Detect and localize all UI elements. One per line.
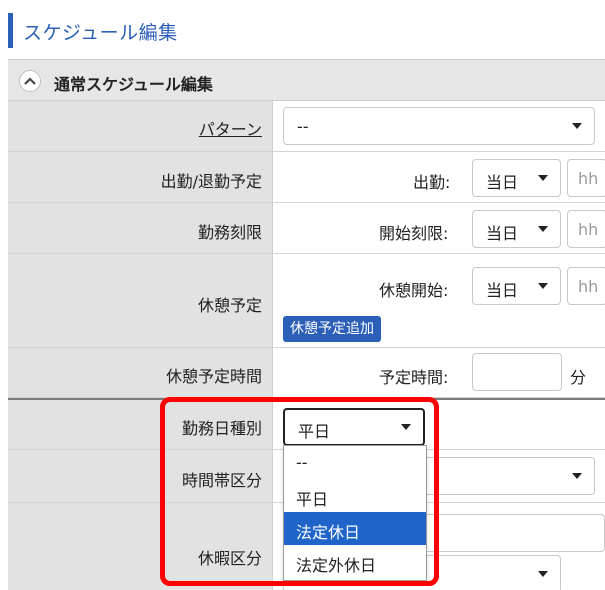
planned-time-input[interactable] bbox=[472, 353, 562, 391]
pattern-select[interactable]: -- bbox=[283, 107, 595, 145]
break-start-time-placeholder: hh bbox=[578, 277, 599, 296]
chevron-down-icon bbox=[572, 123, 582, 129]
chevron-down-icon bbox=[538, 226, 548, 232]
chevron-down-icon bbox=[538, 175, 548, 181]
page-header: スケジュール編集 bbox=[0, 0, 605, 58]
planned-time-label: 予定時間: bbox=[379, 368, 449, 387]
clock-in-time-input[interactable]: hh bbox=[567, 159, 605, 197]
pattern-select-value: -- bbox=[297, 117, 309, 136]
chevron-down-icon bbox=[538, 283, 548, 289]
section-title: 通常スケジュール編集 bbox=[54, 75, 213, 94]
clock-in-day-select[interactable]: 当日 bbox=[472, 159, 561, 197]
break-start-label: 休憩開始: bbox=[379, 281, 449, 300]
break-time-row: 休憩予定時間 予定時間: 分 bbox=[8, 348, 605, 398]
break-start-day-value: 当日 bbox=[486, 281, 519, 300]
pattern-label-link[interactable]: パターン bbox=[199, 116, 262, 140]
start-limit-label: 開始刻限: bbox=[379, 224, 449, 243]
add-break-button[interactable]: 休憩予定追加 bbox=[283, 316, 381, 342]
page-title: スケジュール編集 bbox=[23, 22, 178, 44]
title-accent-bar bbox=[8, 13, 13, 48]
annotation-highlight-box bbox=[160, 397, 439, 586]
clock-in-day-value: 当日 bbox=[486, 173, 519, 192]
attendance-label: 出勤/退勤予定 bbox=[160, 172, 262, 191]
minutes-unit: 分 bbox=[570, 368, 587, 387]
start-limit-time-input[interactable]: hh bbox=[567, 210, 605, 248]
break-row: 休憩予定 休憩開始: 当日 hh 休憩予定追加 bbox=[8, 254, 605, 348]
break-label: 休憩予定 bbox=[197, 296, 262, 315]
collapse-toggle-icon[interactable] bbox=[19, 70, 41, 92]
clock-in-label: 出勤: bbox=[413, 173, 451, 192]
break-start-time-input[interactable]: hh bbox=[567, 267, 605, 305]
work-limit-row: 勤務刻限 開始刻限: 当日 hh bbox=[8, 203, 605, 254]
start-limit-day-select[interactable]: 当日 bbox=[472, 210, 561, 248]
break-time-label: 休憩予定時間 bbox=[165, 367, 262, 386]
chevron-down-icon bbox=[538, 571, 548, 577]
clock-in-time-placeholder: hh bbox=[578, 169, 599, 188]
work-limit-label: 勤務刻限 bbox=[197, 223, 262, 242]
start-limit-time-placeholder: hh bbox=[578, 220, 599, 239]
start-limit-day-value: 当日 bbox=[486, 224, 519, 243]
break-start-day-select[interactable]: 当日 bbox=[472, 267, 561, 305]
pattern-row: パターン -- bbox=[8, 101, 605, 152]
chevron-down-icon bbox=[572, 473, 582, 479]
section-header[interactable]: 通常スケジュール編集 bbox=[8, 59, 605, 101]
attendance-row: 出勤/退勤予定 出勤: 当日 hh bbox=[8, 152, 605, 203]
